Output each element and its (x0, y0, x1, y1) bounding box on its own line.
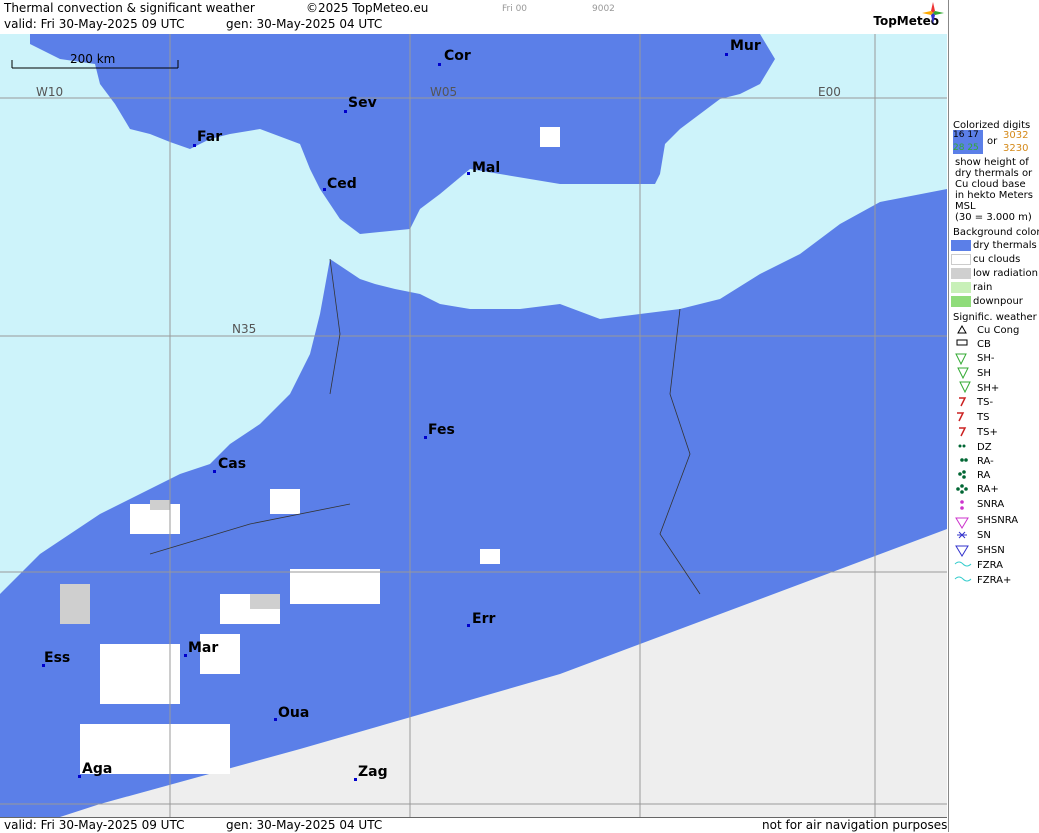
legend-wx-6: TS (977, 412, 990, 423)
city-aga: Aga (82, 761, 113, 777)
legend-wx-2: SH- (977, 353, 995, 364)
shower-heavy-icon (959, 381, 971, 394)
legend-bg-downpour: downpour (973, 296, 1023, 307)
legend-desc-5: (30 = 3.000 m) (955, 212, 1032, 223)
legend-wx-15: SHSN (977, 545, 1005, 556)
legend-or: or (987, 136, 998, 147)
grid-label-w10: W10 (36, 85, 64, 99)
city-oua: Oua (278, 705, 310, 721)
copyright: ©2025 TopMeteo.eu (306, 1, 429, 15)
legend-wx-0: Cu Cong (977, 325, 1020, 336)
legend-bg-dry: dry thermals (973, 240, 1037, 251)
thunderstorm-heavy-icon (959, 427, 967, 437)
city-mur: Mur (730, 38, 761, 54)
legend-panel: Colorized digits 16 17 28 25 or 3032 323… (948, 0, 1039, 832)
legend-swatch-cu (951, 254, 971, 265)
legend-wx-5: TS- (977, 397, 994, 408)
legend-wx-7: TS+ (977, 427, 998, 438)
gen-time: gen: 30-May-2025 04 UTC (226, 17, 383, 31)
city-mar: Mar (188, 640, 219, 656)
cb-icon (956, 339, 968, 346)
footer-valid: valid: Fri 30-May-2025 09 UTC (4, 818, 185, 832)
grid-label-e00: E00 (818, 85, 841, 99)
shower-snow-rain-icon (955, 517, 969, 529)
compass-logo-icon (922, 2, 944, 24)
legend-desc-3: in hekto Meters (955, 190, 1033, 201)
rain-heavy-icon (956, 484, 968, 494)
city-err: Err (472, 611, 496, 627)
legend-wx-8: DZ (977, 442, 992, 453)
city-ess: Ess (44, 650, 71, 666)
rain-light-icon (960, 458, 968, 462)
snow-rain-icon (960, 500, 964, 510)
frame-label: Fri 00 (502, 4, 528, 14)
legend-wx-16: FZRA (977, 560, 1003, 571)
legend-bg-title: Background color (953, 227, 1039, 238)
shower-light-icon (955, 353, 967, 366)
chart-title: Thermal convection & significant weather (4, 1, 255, 15)
footer-gen: gen: 30-May-2025 04 UTC (226, 818, 383, 832)
legend-desc-0: show height of (955, 157, 1029, 168)
header-bar: Thermal convection & significant weather… (0, 0, 947, 34)
city-cor: Cor (444, 48, 471, 64)
thunderstorm-icon (957, 412, 965, 422)
legend-desc-1: dry thermals or (955, 168, 1033, 179)
rain-icon (958, 470, 966, 479)
city-cas: Cas (218, 456, 247, 472)
cu-cong-icon (957, 324, 967, 334)
grid-label-n35: N35 (232, 322, 257, 336)
shower-icon (957, 367, 969, 380)
legend-sample-d: 3230 (1003, 143, 1029, 154)
legend-bg-low: low radiation (973, 268, 1038, 279)
valid-time: valid: Fri 30-May-2025 09 UTC (4, 17, 185, 31)
snow-icon (957, 531, 967, 539)
legend-sample-b: 28 25 (953, 143, 979, 153)
shower-snow-icon (955, 545, 969, 557)
footer-bar: valid: Fri 30-May-2025 09 UTC gen: 30-Ma… (0, 817, 947, 833)
iberia-land (30, 34, 775, 234)
legend-wx-1: CB (977, 339, 991, 350)
legend-wx-4: SH+ (977, 383, 1000, 394)
legend-wx-14: SN (977, 530, 991, 541)
city-far: Far (197, 129, 223, 145)
legend-swatch-low (951, 268, 971, 279)
freezing-rain-heavy-icon (954, 576, 972, 582)
legend-wx-17: FZRA+ (977, 575, 1012, 586)
map-area: 200 km W10 W05 E00 N35 Mur Cor Sev Far C… (0, 34, 947, 817)
legend-wx-3: SH (977, 368, 991, 379)
city-mal: Mal (472, 160, 501, 176)
city-sev: Sev (348, 95, 377, 111)
footer-disclaimer: not for air navigation purposes (762, 818, 948, 832)
legend-swatch-dry (951, 240, 971, 251)
city-fes: Fes (428, 422, 455, 438)
grid-label-w05: W05 (430, 85, 458, 99)
legend-bg-rain: rain (973, 282, 993, 293)
legend-swatch-rain (951, 282, 971, 293)
legend-bg-cu: cu clouds (973, 254, 1021, 265)
legend-wx-9: RA- (977, 456, 994, 467)
legend-desc-4: MSL (955, 201, 976, 212)
drizzle-icon (958, 444, 966, 448)
legend-weather-icons (954, 324, 972, 582)
legend-wx-11: RA+ (977, 484, 999, 495)
legend-desc-2: Cu cloud base (955, 179, 1026, 190)
map-svg (0, 34, 947, 817)
legend-sample-a: 16 17 (953, 130, 979, 140)
code-label: 9002 (592, 4, 615, 14)
legend-sample-c: 3032 (1003, 130, 1029, 141)
legend-wx-13: SHSNRA (977, 515, 1019, 526)
thunderstorm-light-icon (959, 397, 967, 407)
scale-label: 200 km (70, 52, 116, 66)
legend-wx-10: RA (977, 470, 991, 481)
city-zag: Zag (358, 764, 388, 780)
city-ced: Ced (327, 176, 357, 192)
freezing-rain-icon (954, 561, 972, 567)
legend-wx-12: SNRA (977, 499, 1005, 510)
legend-swatch-downpour (951, 296, 971, 307)
